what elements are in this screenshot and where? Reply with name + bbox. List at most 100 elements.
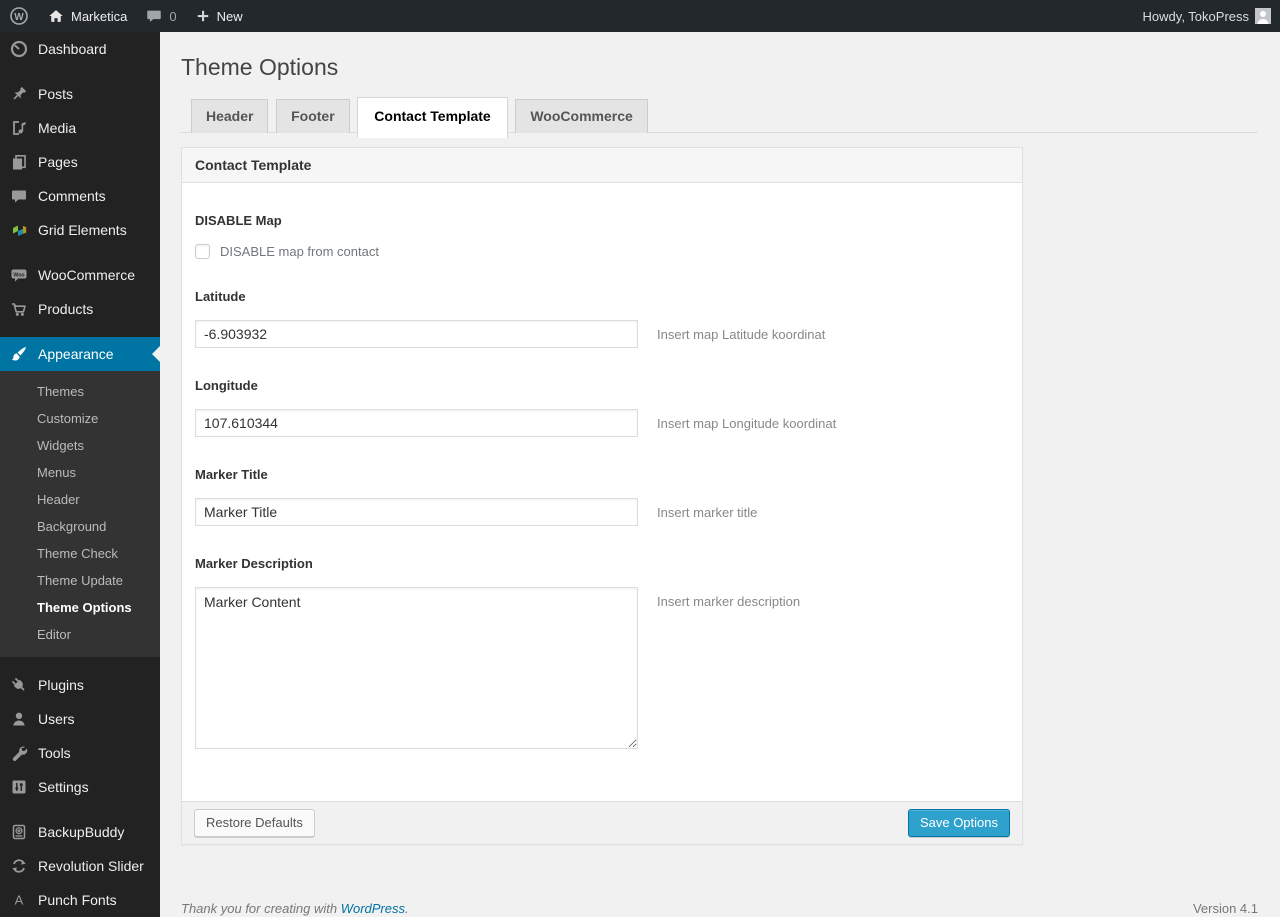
sidebar-item-revolution-slider[interactable]: Revolution Slider xyxy=(0,849,160,883)
latitude-description: Insert map Latitude koordinat xyxy=(657,326,826,342)
save-options-button[interactable]: Save Options xyxy=(907,809,1010,837)
woocommerce-icon: Woo xyxy=(9,265,29,285)
pushpin-icon xyxy=(9,84,29,104)
submenu-item-customize[interactable]: Customize xyxy=(0,405,160,432)
admin-menu: Dashboard Posts Media Pages Comments Gri… xyxy=(0,32,160,917)
marker-description-label: Marker Description xyxy=(195,556,313,571)
sidebar-item-products[interactable]: Products xyxy=(0,292,160,326)
sidebar-item-comments[interactable]: Comments xyxy=(0,179,160,213)
submenu-item-theme-update[interactable]: Theme Update xyxy=(0,567,160,594)
disable-map-label: DISABLE Map xyxy=(195,213,282,228)
letter-a-icon: A xyxy=(9,890,29,910)
tab-footer[interactable]: Footer xyxy=(276,99,350,133)
wordpress-logo-icon: W xyxy=(9,6,29,26)
comments-menu[interactable]: 0 xyxy=(136,0,185,32)
tab-contact-template[interactable]: Contact Template xyxy=(357,97,508,138)
account-menu[interactable]: Howdy, TokoPress xyxy=(1134,0,1280,32)
submenu-item-widgets[interactable]: Widgets xyxy=(0,432,160,459)
backupbuddy-icon xyxy=(9,822,29,842)
grid-elements-icon xyxy=(9,220,29,240)
user-icon xyxy=(9,709,29,729)
footer-thanks-prefix: Thank you for creating with xyxy=(181,901,341,916)
sidebar-item-media[interactable]: Media xyxy=(0,111,160,145)
page-title: Theme Options xyxy=(181,54,339,80)
comments-icon xyxy=(9,186,29,206)
marker-description-description: Insert marker description xyxy=(657,594,801,609)
site-name-menu[interactable]: Marketica xyxy=(38,0,136,32)
wordpress-logo-menu[interactable]: W xyxy=(0,0,38,32)
sidebar-item-settings[interactable]: Settings xyxy=(0,770,160,804)
sidebar-item-users[interactable]: Users xyxy=(0,702,160,736)
submenu-item-header[interactable]: Header xyxy=(0,486,160,513)
sidebar-item-grid-elements[interactable]: Grid Elements xyxy=(0,213,160,247)
page-footer: Thank you for creating with WordPress. V… xyxy=(181,901,1258,916)
submenu-item-editor[interactable]: Editor xyxy=(0,621,160,648)
howdy-label: Howdy, TokoPress xyxy=(1142,8,1249,24)
panel-footer: Restore Defaults Save Options xyxy=(182,801,1022,844)
site-name-label: Marketica xyxy=(71,8,128,24)
marker-title-description: Insert marker title xyxy=(657,504,758,520)
svg-text:W: W xyxy=(14,12,24,23)
avatar xyxy=(1255,8,1271,24)
sidebar-item-tools[interactable]: Tools xyxy=(0,736,160,770)
latitude-input[interactable] xyxy=(195,320,638,348)
sidebar-item-posts[interactable]: Posts xyxy=(0,77,160,111)
pages-icon xyxy=(9,152,29,172)
disable-map-checkbox-label: DISABLE map from contact xyxy=(220,244,379,259)
submenu-item-menus[interactable]: Menus xyxy=(0,459,160,486)
footer-thanks-suffix: . xyxy=(405,901,409,916)
panel-title: Contact Template xyxy=(182,148,1022,183)
media-icon xyxy=(9,118,29,138)
wordpress-link[interactable]: WordPress xyxy=(341,901,405,916)
field-group-disable-map: DISABLE Map DISABLE map from contact xyxy=(195,213,1009,259)
contact-template-panel: Contact Template DISABLE Map DISABLE map… xyxy=(181,147,1023,845)
new-menu[interactable]: New xyxy=(186,0,252,32)
wrench-icon xyxy=(9,743,29,763)
field-group-longitude: Longitude Insert map Longitude koordinat xyxy=(195,378,1009,437)
plug-icon xyxy=(9,675,29,695)
settings-icon xyxy=(9,777,29,797)
sidebar-item-punch-fonts[interactable]: A Punch Fonts xyxy=(0,883,160,917)
marker-title-label: Marker Title xyxy=(195,467,268,482)
longitude-label: Longitude xyxy=(195,378,258,393)
appearance-submenu: Themes Customize Widgets Menus Header Ba… xyxy=(0,371,160,657)
footer-version: Version 4.1 xyxy=(1192,901,1258,916)
longitude-description: Insert map Longitude koordinat xyxy=(657,415,837,431)
panel-body: DISABLE Map DISABLE map from contact Lat… xyxy=(182,183,1022,801)
sidebar-item-appearance[interactable]: Appearance xyxy=(0,337,160,371)
cart-icon xyxy=(9,299,29,319)
restore-defaults-button[interactable]: Restore Defaults xyxy=(194,809,315,837)
disable-map-checkbox[interactable] xyxy=(195,244,210,259)
marker-title-input[interactable] xyxy=(195,498,638,526)
field-group-marker-title: Marker Title Insert marker title xyxy=(195,467,1009,526)
home-icon xyxy=(47,7,65,25)
submenu-item-background[interactable]: Background xyxy=(0,513,160,540)
field-group-marker-description: Marker Description Marker Content Insert… xyxy=(195,556,1009,749)
sidebar-item-plugins[interactable]: Plugins xyxy=(0,668,160,702)
submenu-item-theme-options[interactable]: Theme Options xyxy=(0,594,160,621)
marker-description-textarea[interactable]: Marker Content xyxy=(195,587,638,749)
admin-bar: W Marketica 0 New Howdy, TokoPress xyxy=(0,0,1280,32)
tab-woocommerce[interactable]: WooCommerce xyxy=(515,99,648,133)
dashboard-icon xyxy=(9,39,29,59)
submenu-item-theme-check[interactable]: Theme Check xyxy=(0,540,160,567)
tab-bar: Header Footer Contact Template WooCommer… xyxy=(181,97,1258,138)
brush-icon xyxy=(9,344,29,364)
sidebar-item-dashboard[interactable]: Dashboard xyxy=(0,32,160,66)
comment-bubble-icon xyxy=(145,7,163,25)
svg-text:A: A xyxy=(15,893,24,908)
plus-icon xyxy=(195,8,211,24)
footer-thanks: Thank you for creating with WordPress. xyxy=(181,901,409,916)
field-group-latitude: Latitude Insert map Latitude koordinat xyxy=(195,289,1009,348)
sidebar-item-pages[interactable]: Pages xyxy=(0,145,160,179)
longitude-input[interactable] xyxy=(195,409,638,437)
sidebar-item-woocommerce[interactable]: Woo WooCommerce xyxy=(0,258,160,292)
submenu-item-themes[interactable]: Themes xyxy=(0,378,160,405)
refresh-arrows-icon xyxy=(9,856,29,876)
main-content: Theme Options Header Footer Contact Temp… xyxy=(160,32,1280,917)
sidebar-item-backupbuddy[interactable]: BackupBuddy xyxy=(0,815,160,849)
tab-header[interactable]: Header xyxy=(191,99,269,133)
new-label: New xyxy=(216,8,243,24)
svg-text:Woo: Woo xyxy=(13,272,24,278)
comments-count: 0 xyxy=(169,8,177,24)
